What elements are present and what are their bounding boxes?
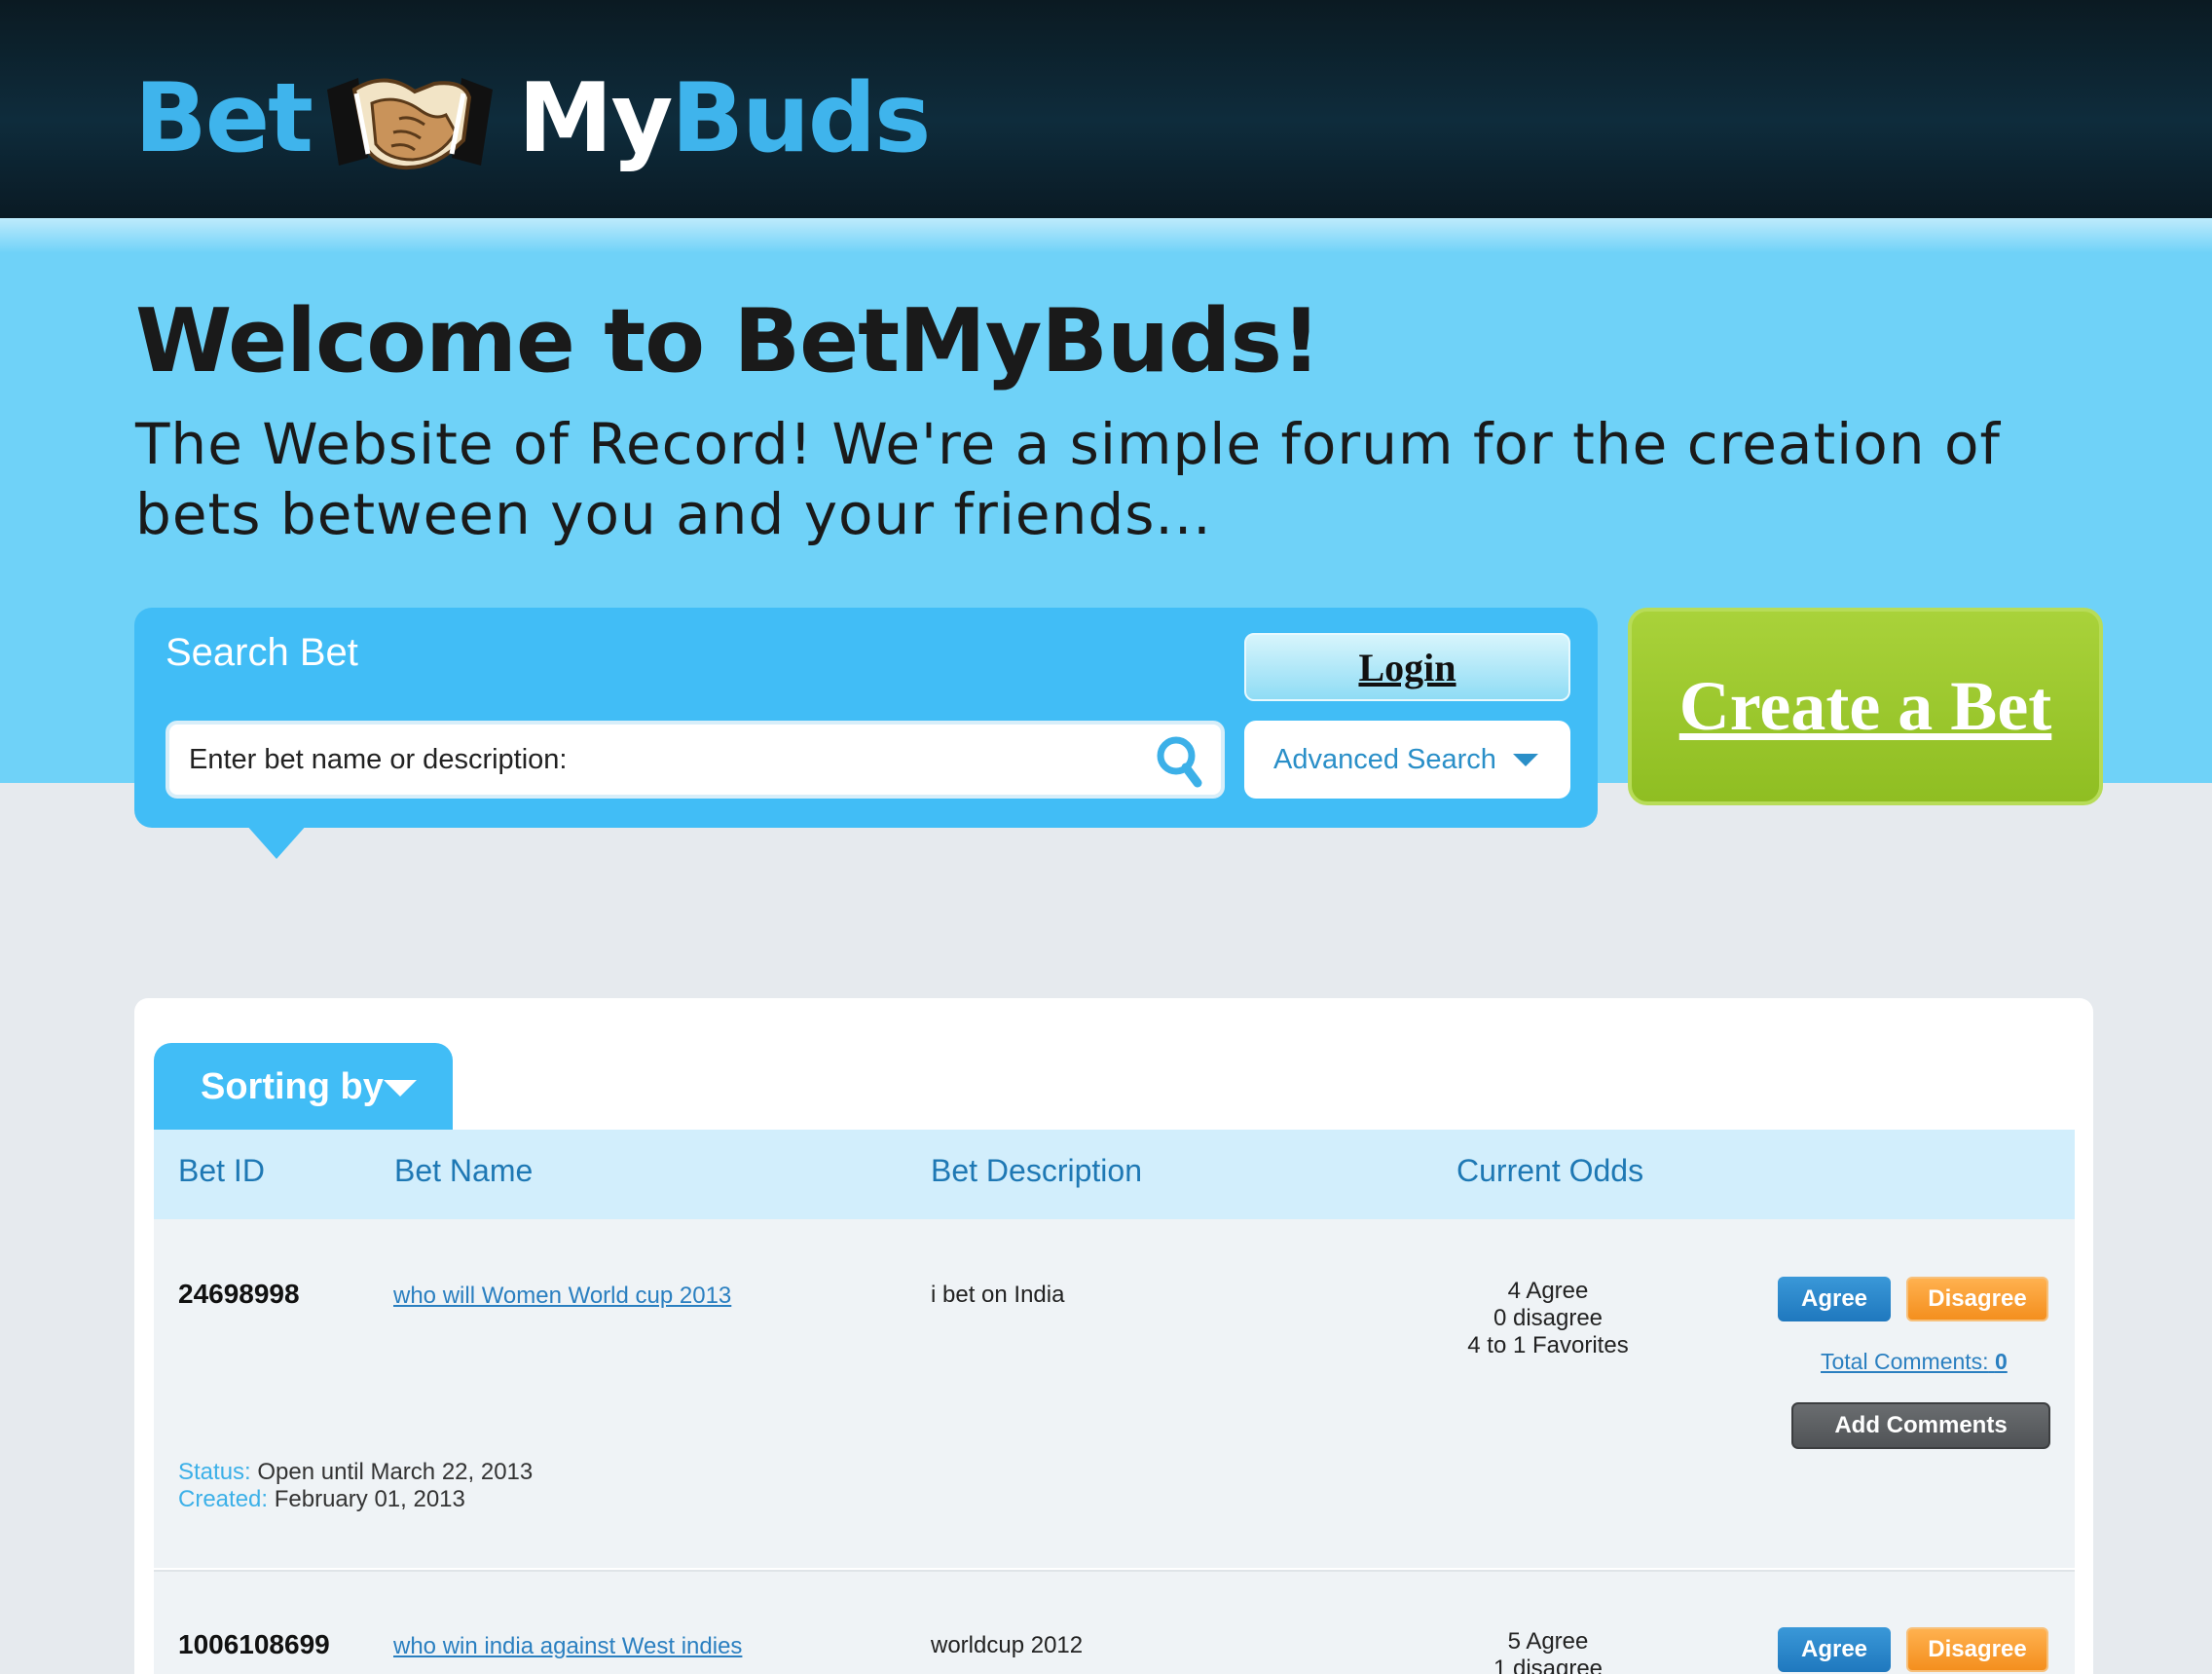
table-row (154, 1219, 2075, 1568)
tagline: The Website of Record! We're a simple fo… (135, 411, 2001, 547)
site-logo[interactable]: Bet My Buds (134, 51, 931, 187)
sort-label: Sorting by (201, 1065, 384, 1107)
odds-disagree: 1 disagree (1493, 1655, 1604, 1674)
total-comments-link[interactable]: Total Comments: 0 (1821, 1349, 2008, 1375)
sort-dropdown[interactable]: Sorting by (154, 1043, 453, 1131)
chevron-down-icon (1513, 754, 1538, 766)
current-odds: 4 Agree 0 disagree 4 to 1 Favorites (1402, 1278, 1694, 1359)
odds-agree: 5 Agree (1507, 1628, 1589, 1655)
agree-button[interactable]: Agree (1778, 1627, 1891, 1672)
logo-text-my: My (518, 63, 673, 174)
create-bet-label: Create a Bet (1678, 667, 2052, 745)
disagree-label: Disagree (1928, 1285, 2027, 1312)
bet-id: 24698998 (178, 1279, 300, 1309)
created-key: Created: (178, 1486, 269, 1512)
agree-button[interactable]: Agree (1778, 1277, 1891, 1321)
search-placeholder: Enter bet name or description: (189, 743, 568, 775)
bet-description: worldcup 2012 (931, 1632, 1084, 1658)
total-comments-count: 0 (1994, 1349, 2008, 1374)
disagree-label: Disagree (1928, 1636, 2027, 1662)
column-header-bet-name[interactable]: Bet Name (394, 1153, 533, 1189)
disagree-button[interactable]: Disagree (1906, 1277, 2048, 1321)
bet-id: 1006108699 (178, 1629, 330, 1659)
login-button[interactable]: Login (1244, 633, 1570, 701)
add-comments-label: Add Comments (1834, 1412, 2008, 1438)
chevron-down-icon (384, 1080, 417, 1097)
create-bet-button[interactable]: Create a Bet (1628, 608, 2103, 805)
logo-text-buds: Buds (671, 63, 931, 174)
total-comments-label: Total Comments: (1821, 1349, 1989, 1374)
column-header-current-odds[interactable]: Current Odds (1456, 1153, 1643, 1189)
column-header-bet-id[interactable]: Bet ID (178, 1153, 265, 1189)
page-title: Welcome to BetMyBuds! (135, 290, 1321, 392)
created-value: February 01, 2013 (274, 1486, 465, 1512)
column-header-bet-description[interactable]: Bet Description (931, 1153, 1142, 1189)
status-key: Status: (178, 1459, 251, 1485)
odds-favorites: 4 to 1 Favorites (1467, 1332, 1629, 1358)
odds-agree: 4 Agree (1507, 1278, 1589, 1304)
bet-status: Status: Open until March 22, 2013 (178, 1459, 533, 1486)
bet-name-link[interactable]: who win india against West indies (393, 1633, 742, 1660)
current-odds: 5 Agree 1 disagree (1402, 1628, 1694, 1674)
search-input[interactable]: Enter bet name or description: (166, 721, 1225, 799)
handshake-icon (327, 78, 494, 170)
search-panel-pointer (245, 824, 308, 859)
add-comments-button[interactable]: Add Comments (1791, 1402, 2050, 1449)
odds-disagree: 0 disagree (1493, 1305, 1604, 1331)
search-title: Search Bet (166, 631, 358, 674)
advanced-search-dropdown[interactable]: Advanced Search (1244, 721, 1570, 799)
advanced-search-label: Advanced Search (1273, 743, 1496, 775)
agree-label: Agree (1800, 1636, 1868, 1662)
status-value: Open until March 22, 2013 (257, 1459, 534, 1485)
site-header: Bet My Buds (0, 0, 2212, 218)
login-label: Login (1358, 645, 1456, 689)
logo-text-bet: Bet (134, 63, 313, 174)
search-icon[interactable] (1153, 732, 1207, 791)
hero-glow (0, 218, 2212, 253)
disagree-button[interactable]: Disagree (1906, 1627, 2048, 1672)
bet-description: i bet on India (931, 1282, 1065, 1308)
bet-name-link[interactable]: who will Women World cup 2013 (393, 1283, 731, 1310)
bet-created: Created: February 01, 2013 (178, 1486, 465, 1513)
agree-label: Agree (1800, 1285, 1868, 1312)
